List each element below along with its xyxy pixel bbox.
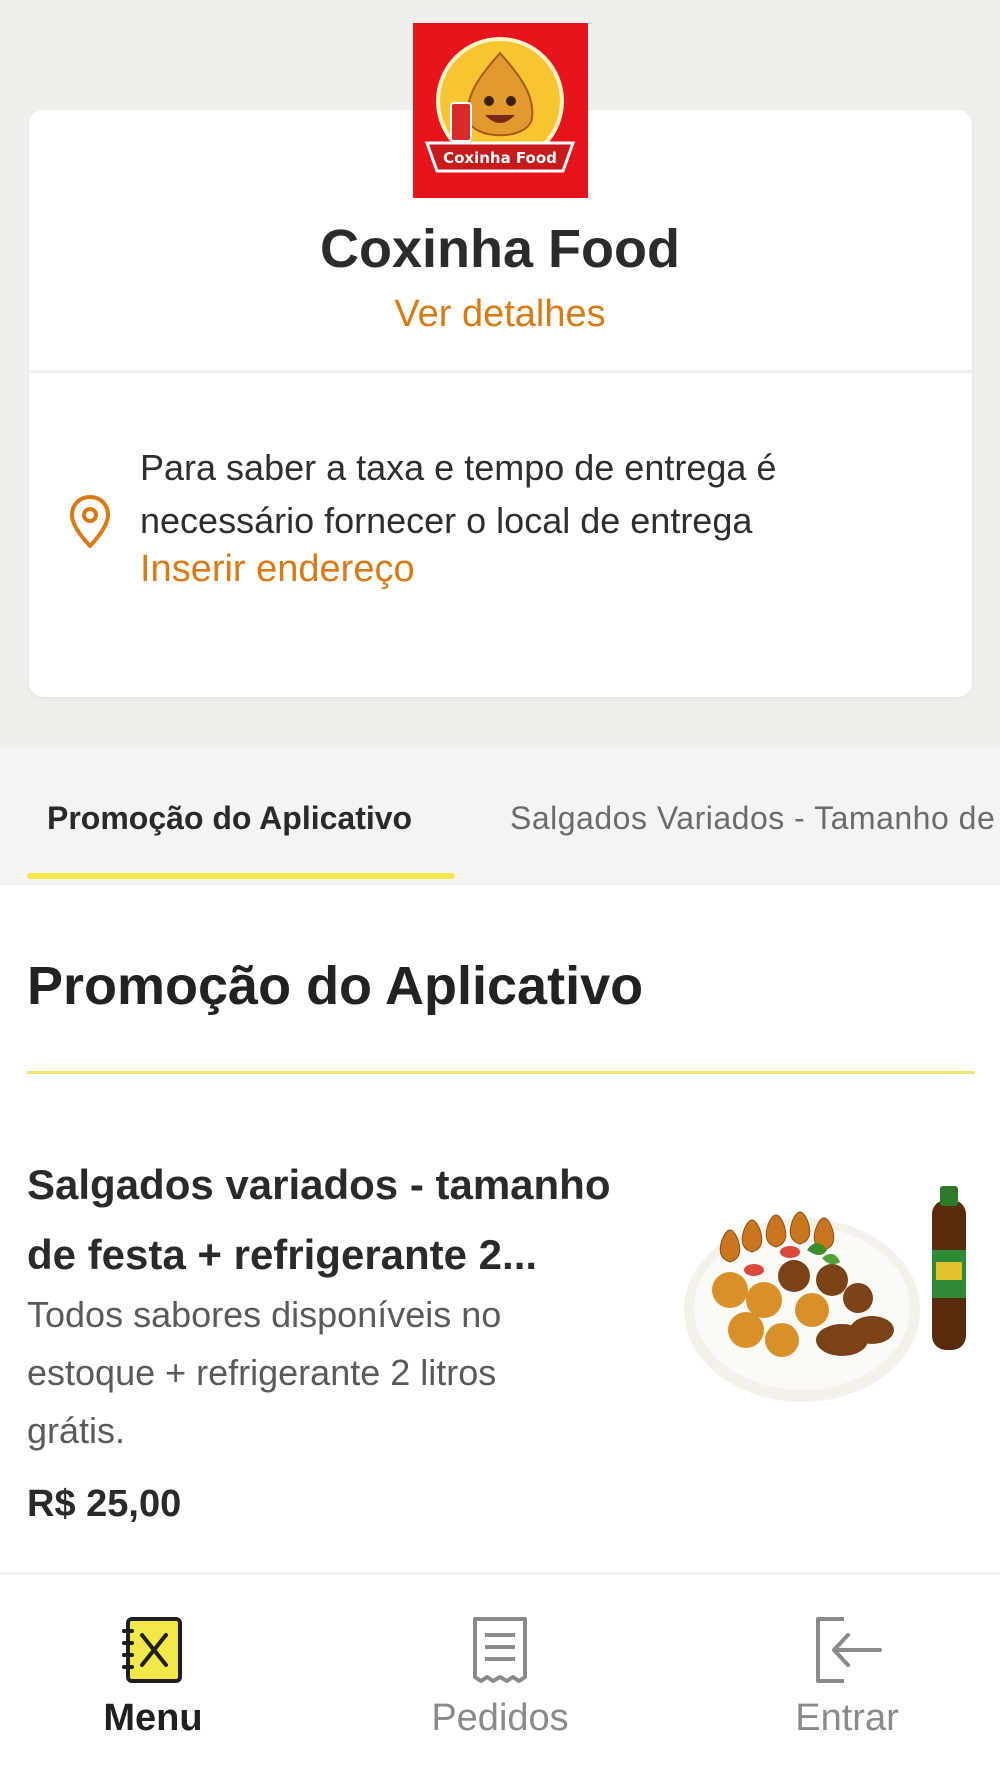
section-title: Promoção do Aplicativo: [27, 956, 644, 1016]
delivery-info: Para saber a taxa e tempo de entrega é n…: [140, 441, 940, 547]
view-details-link[interactable]: Ver detalhes: [0, 293, 1000, 336]
nav-entrar[interactable]: Entrar: [737, 1615, 957, 1755]
receipt-icon: [473, 1617, 527, 1683]
insert-address-link[interactable]: Inserir endereço: [140, 548, 415, 591]
coxinha-mascot-logo: Coxinha Food: [424, 37, 576, 173]
store-logo: Coxinha Food: [413, 23, 588, 198]
nav-entrar-label: Entrar: [795, 1697, 899, 1739]
menu-book-icon: [122, 1617, 182, 1683]
store-card: [29, 110, 972, 697]
product-description: Todos sabores disponíveis no estoque + r…: [27, 1286, 647, 1460]
active-tab-indicator: [27, 873, 455, 879]
product-description-line: Todos sabores disponíveis no: [27, 1294, 502, 1335]
product-price: R$ 25,00: [27, 1483, 182, 1525]
product-description-line: grátis.: [27, 1410, 126, 1451]
tab-salgados-variados[interactable]: Salgados Variados - Tamanho de Festa: [510, 800, 1000, 837]
tab-promocao[interactable]: Promoção do Aplicativo: [47, 800, 412, 837]
bottom-navigation: Menu Pedidos Entrar: [0, 1575, 1000, 1778]
login-icon: [816, 1617, 882, 1683]
product-image: [684, 1186, 966, 1402]
nav-menu[interactable]: Menu: [43, 1615, 263, 1755]
card-divider: [29, 370, 972, 373]
nav-pedidos-label: Pedidos: [431, 1697, 569, 1739]
delivery-info-line: necessário fornecer o local de entrega: [140, 500, 753, 541]
category-tabs: Promoção do Aplicativo Salgados Variados…: [0, 745, 1000, 885]
product-name: Salgados variados - tamanho de festa + r…: [27, 1150, 667, 1290]
nav-menu-label: Menu: [103, 1697, 203, 1739]
location-pin-icon: [70, 495, 110, 548]
nav-pedidos[interactable]: Pedidos: [390, 1615, 610, 1755]
svg-text:Coxinha Food: Coxinha Food: [443, 149, 557, 167]
delivery-info-line: Para saber a taxa e tempo de entrega é: [140, 447, 777, 488]
product-item[interactable]: Salgados variados - tamanho de festa + r…: [0, 1100, 1000, 1570]
section-divider: [27, 1071, 975, 1074]
store-name: Coxinha Food: [320, 219, 680, 279]
product-name-line: Salgados variados - tamanho: [27, 1161, 611, 1208]
product-name-line: de festa + refrigerante 2...: [27, 1231, 538, 1278]
product-description-line: estoque + refrigerante 2 litros: [27, 1352, 497, 1393]
